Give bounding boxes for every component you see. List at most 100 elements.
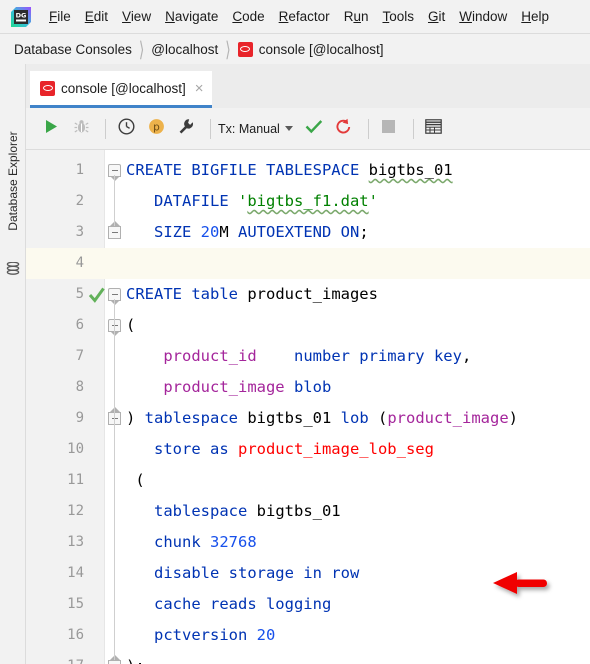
tab-console-localhost[interactable]: console [@localhost] ×	[30, 71, 212, 108]
datagrip-window: DG File Edit View Navigate Code Refactor…	[0, 0, 590, 664]
sql-editor[interactable]: 1 CREATE BIGFILE TABLESPACE bigtbs_01 2 DA…	[26, 150, 590, 664]
parameters-button[interactable]: p	[143, 116, 169, 142]
breadcrumb: Database Consoles ⟩ @localhost ⟩ console…	[0, 34, 590, 64]
code-text: DATAFILE 'bigtbs_f1.dat'	[126, 192, 378, 210]
stop-button	[376, 116, 402, 142]
clock-icon	[117, 117, 135, 140]
line-number: 7	[75, 348, 84, 364]
code-text: product_image blob	[126, 378, 332, 396]
execute-button[interactable]	[38, 116, 64, 142]
svg-text:p: p	[153, 121, 160, 133]
close-icon[interactable]: ×	[195, 81, 204, 96]
line-number: 3	[75, 224, 84, 240]
tab-label: console [@localhost]	[61, 80, 186, 96]
line-number: 8	[75, 379, 84, 395]
menu-item-window[interactable]: Window	[452, 7, 514, 26]
line-number: 1	[75, 162, 84, 178]
commit-button[interactable]	[301, 116, 327, 142]
line-number: 14	[67, 565, 84, 581]
statement-executed-check-icon	[88, 279, 106, 310]
rollback-button[interactable]	[331, 116, 357, 142]
wrench-icon	[178, 118, 195, 140]
bug-icon	[73, 119, 89, 139]
line-number: 5	[75, 286, 84, 302]
play-icon	[44, 119, 58, 139]
toolbar-separator	[367, 118, 369, 139]
transaction-mode-label[interactable]: Tx: Manual	[218, 122, 280, 136]
data-source-properties-button[interactable]	[173, 116, 199, 142]
left-tool-strip: Database Explorer	[0, 64, 26, 664]
code-text: (	[126, 316, 136, 334]
breadcrumb-separator-icon: ⟩	[138, 36, 145, 61]
chevron-down-icon[interactable]	[284, 126, 293, 131]
line-number: 4	[75, 255, 84, 271]
code-text: );	[126, 651, 145, 664]
line-number: 11	[67, 472, 84, 488]
code-line[interactable]	[26, 248, 590, 279]
datagrip-logo-icon: DG	[10, 6, 32, 28]
line-number: 2	[75, 193, 84, 209]
fold-connector	[114, 330, 115, 660]
code-text: pctversion 20	[126, 626, 276, 644]
menu-item-edit[interactable]: Edit	[78, 7, 115, 26]
grid-table-icon	[425, 118, 443, 139]
code-text: SIZE 20M AUTOEXTEND ON;	[126, 223, 369, 241]
menu-item-refactor[interactable]: Refactor	[272, 7, 337, 26]
stop-square-icon	[382, 119, 396, 138]
oracle-console-icon	[237, 41, 253, 57]
history-button[interactable]	[113, 116, 139, 142]
database-icon	[6, 261, 20, 275]
line-number: 16	[67, 627, 84, 643]
breadcrumb-item-0[interactable]: Database Consoles	[14, 42, 132, 57]
line-number: 17	[26, 651, 84, 664]
menu-item-help[interactable]: Help	[514, 7, 556, 26]
menu-items: File Edit View Navigate Code Refactor Ru…	[42, 7, 556, 26]
console-toolbar: p Tx: Manual	[26, 108, 590, 150]
code-line[interactable]	[26, 620, 590, 651]
menu-item-view[interactable]: View	[115, 7, 158, 26]
menu-item-git[interactable]: Git	[421, 7, 452, 26]
code-text: chunk 32768	[126, 533, 257, 551]
code-text: product_id number primary key,	[126, 347, 472, 365]
line-number: 13	[67, 534, 84, 550]
fold-marker-icon[interactable]	[108, 221, 121, 239]
sidebar-item-database-explorer[interactable]: Database Explorer	[6, 101, 20, 261]
toolbar-separator	[412, 118, 414, 139]
fold-connector	[114, 175, 115, 226]
oracle-console-icon	[40, 80, 55, 96]
svg-text:DG: DG	[16, 11, 27, 19]
line-number: 15	[67, 596, 84, 612]
breadcrumb-item-2[interactable]: console [@localhost]	[259, 42, 384, 57]
code-text: tablespace bigtbs_01	[126, 502, 341, 520]
code-text: (	[126, 471, 145, 489]
menu-item-code[interactable]: Code	[225, 7, 271, 26]
menu-item-tools[interactable]: Tools	[375, 7, 421, 26]
fold-marker-icon[interactable]	[108, 655, 121, 664]
menu-item-navigate[interactable]: Navigate	[158, 7, 225, 26]
code-line[interactable]	[26, 465, 590, 496]
debug-button[interactable]	[68, 116, 94, 142]
toolbar-separator	[105, 118, 106, 139]
line-number: 6	[75, 317, 84, 333]
breadcrumb-separator-icon: ⟩	[225, 36, 231, 61]
menu-bar: DG File Edit View Navigate Code Refactor…	[0, 0, 590, 34]
line-number: 10	[67, 441, 84, 457]
editor-tab-bar: console [@localhost] ×	[26, 64, 590, 108]
menu-item-run[interactable]: Run	[337, 7, 376, 26]
code-text: ) tablespace bigtbs_01 lob (product_imag…	[126, 409, 519, 427]
code-text: disable storage in row	[126, 564, 360, 582]
output-button[interactable]	[421, 116, 447, 142]
code-text: store as product_image_lob_seg	[126, 440, 434, 458]
code-text: cache reads logging	[126, 595, 332, 613]
line-number: 12	[67, 503, 84, 519]
line-number: 9	[75, 410, 84, 426]
rollback-icon	[335, 118, 352, 140]
check-icon	[305, 119, 323, 139]
breadcrumb-item-1[interactable]: @localhost	[151, 42, 218, 57]
code-line[interactable]	[26, 527, 590, 558]
parameter-p-icon: p	[148, 118, 165, 140]
code-text: CREATE BIGFILE TABLESPACE bigtbs_01	[126, 161, 453, 179]
menu-item-file[interactable]: File	[42, 7, 78, 26]
toolbar-separator	[210, 118, 211, 139]
code-text: CREATE table product_images	[126, 285, 378, 303]
